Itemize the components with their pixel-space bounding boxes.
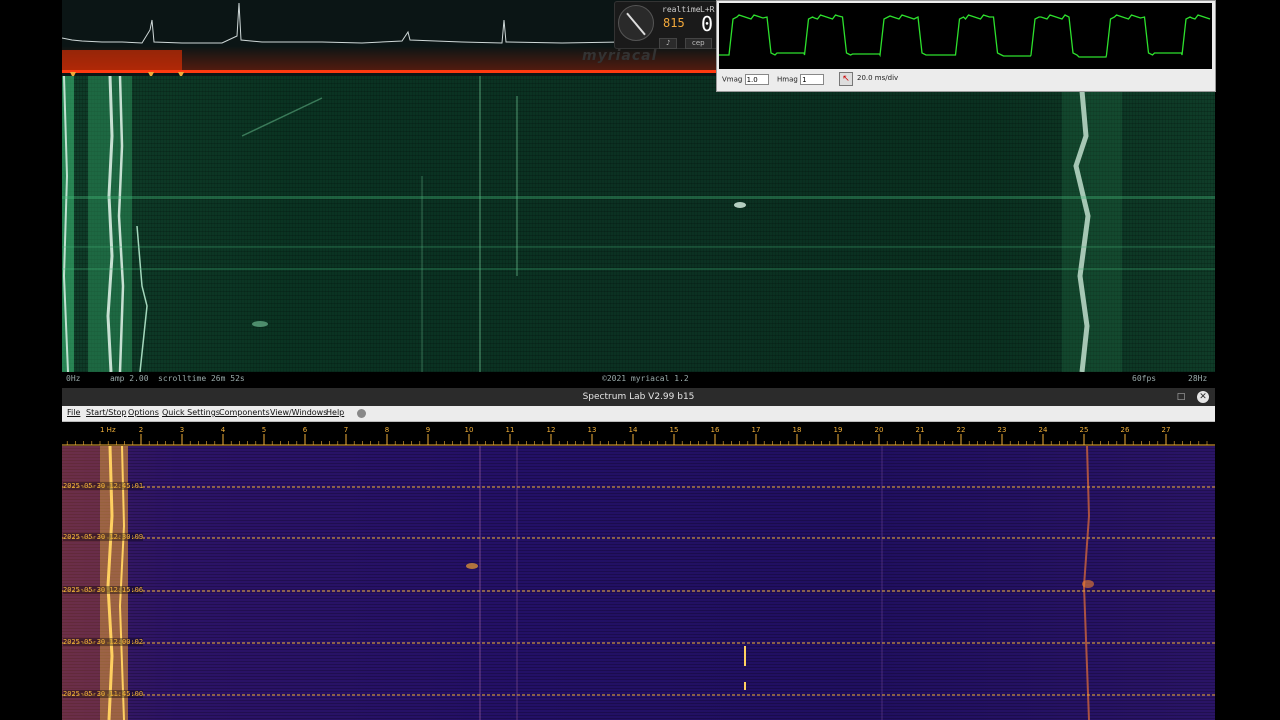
purple-waterfall: 2025-05-30 12:45:01 2025-05-30 12:30:09 … — [62, 446, 1215, 720]
waterfall-band — [62, 268, 1215, 270]
meter-button-note[interactable]: ♪ — [659, 38, 678, 49]
scale-label: 8 — [385, 426, 389, 434]
scale-label: 16 — [711, 426, 720, 434]
scale-label: 25 — [1080, 426, 1089, 434]
vmag-input[interactable] — [744, 74, 769, 85]
scale-label: 18 — [793, 426, 802, 434]
scale-label: 12 — [547, 426, 556, 434]
frequency-scale: 1 Hz 2 3 4 5 6 7 8 9 10 11 12 13 14 15 16 17 18 19 20 21 22 2… — [62, 422, 1215, 446]
menu-quick-settings[interactable]: Quick Settings — [162, 408, 220, 417]
gauge-dial-icon[interactable] — [618, 5, 654, 41]
scale-label: 7 — [344, 426, 348, 434]
frequency-scale-svg: 1 Hz 2 3 4 5 6 7 8 9 10 11 12 13 14 15 16 17 18 19 20 21 22 2… — [62, 426, 1215, 446]
scale-label: 4 — [221, 426, 226, 434]
window-title: Spectrum Lab V2.99 b15 — [62, 388, 1215, 406]
green-waterfall — [62, 76, 1215, 372]
scale-label: 13 — [588, 426, 597, 434]
scale-label: 23 — [998, 426, 1007, 434]
oscilloscope-window: Vmag Hmag ↖ 20.0 ms/div — [716, 0, 1216, 92]
meter-button-cep[interactable]: cep — [685, 38, 712, 49]
timestamp-label: 2025-05-30 12:00:02 — [63, 638, 144, 646]
cursor-pick-icon[interactable]: ↖ — [839, 72, 853, 86]
myriacal-logo: myriacal — [582, 48, 658, 64]
scale-label: 24 — [1039, 426, 1048, 434]
hmag-input[interactable] — [800, 74, 825, 85]
waterfall-band — [1062, 76, 1122, 372]
scope-screen — [719, 3, 1212, 69]
menu-file[interactable]: File — [67, 408, 80, 417]
hmag-label: Hmag — [777, 75, 798, 84]
menu-start-stop[interactable]: Start/Stop — [86, 408, 126, 417]
timestamp-label: 2025-05-30 12:15:06 — [63, 586, 144, 594]
green-waterfall-svg — [62, 76, 1215, 372]
status-right-freq: 28Hz — [1188, 374, 1208, 383]
scale-label-1hz: 1 Hz — [100, 426, 116, 434]
signal-blob — [734, 202, 746, 208]
meter-mode: realtime — [662, 5, 701, 14]
scale-label: 6 — [303, 426, 308, 434]
signal-blob — [252, 321, 268, 327]
menu-bar: File Start/Stop Options Quick Settings C… — [62, 406, 1215, 422]
menu-help[interactable]: Help — [326, 408, 344, 417]
spectrum-lab-window: Spectrum Lab V2.99 b15 □ ✕ File Start/St… — [62, 388, 1215, 720]
timestamp-label: 2025-05-30 12:45:01 — [63, 482, 144, 490]
scale-label: 17 — [752, 426, 761, 434]
scale-label: 22 — [957, 426, 966, 434]
meter-seg-display: 815 — [663, 16, 685, 30]
status-fps: 60fps — [1132, 374, 1157, 383]
scale-label: 11 — [506, 426, 515, 434]
scale-label: 15 — [670, 426, 679, 434]
status-left-freq: 0Hz — [66, 374, 81, 383]
scale-label: 14 — [629, 426, 638, 434]
scale-label: 10 — [465, 426, 474, 434]
record-indicator-icon[interactable] — [357, 409, 366, 418]
signal-blob — [1082, 580, 1094, 588]
minimize-icon[interactable]: □ — [1175, 391, 1187, 403]
scale-label: 27 — [1162, 426, 1171, 434]
scale-label: 5 — [262, 426, 266, 434]
status-scrolltime: scrolltime 26m 52s — [158, 374, 245, 383]
waterfall-band — [62, 76, 74, 372]
scale-label: 21 — [916, 426, 925, 434]
timestamp-label: 2025-05-30 11:45:00 — [63, 690, 144, 698]
scope-timebase: 20.0 ms/div — [857, 74, 899, 82]
status-amp: amp 2.00 — [110, 374, 149, 383]
vmag-label: Vmag — [722, 75, 743, 84]
waterfall-band — [62, 196, 1215, 199]
menu-view-windows[interactable]: View/Windows — [270, 408, 327, 417]
menu-components[interactable]: Components — [219, 408, 270, 417]
menu-options[interactable]: Options — [128, 408, 159, 417]
status-copyright: ©2021 myriacal 1.2 — [602, 374, 689, 383]
scope-trace-svg — [719, 14, 1211, 58]
scope-trace — [719, 14, 1211, 58]
scale-label: 9 — [426, 426, 430, 434]
scale-label: 26 — [1121, 426, 1130, 434]
purple-waterfall-svg — [62, 446, 1215, 720]
signal-blob — [466, 563, 478, 569]
waterfall-band — [62, 246, 1215, 248]
myriacal-status-bar: 0Hz amp 2.00 scrolltime 26m 52s ©2021 my… — [62, 372, 1215, 386]
scope-controls: Vmag Hmag ↖ 20.0 ms/div — [717, 71, 1215, 89]
signal-trace — [241, 97, 323, 137]
scale-label: 19 — [834, 426, 843, 434]
close-icon[interactable]: ✕ — [1197, 391, 1209, 403]
scale-label: 2 — [139, 426, 143, 434]
scale-label: 3 — [180, 426, 184, 434]
scale-label: 20 — [875, 426, 884, 434]
timestamp-label: 2025-05-30 12:30:09 — [63, 533, 144, 541]
